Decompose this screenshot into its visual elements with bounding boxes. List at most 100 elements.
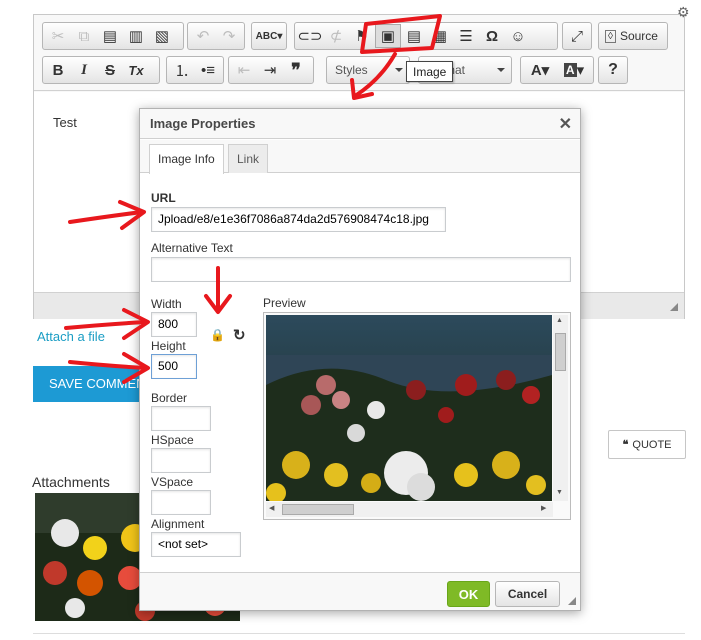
divider (33, 633, 685, 634)
border-field[interactable] (151, 406, 211, 431)
anchor-icon[interactable]: ⚑ (349, 24, 375, 48)
quote-button[interactable]: ❝ QUOTE (608, 430, 686, 459)
maximize-icon[interactable]: ⤢ (565, 24, 589, 48)
spellcheck-group: ABC▾ (251, 22, 287, 50)
preview-pane: ▲ ▼ ◀ ▶ (263, 312, 571, 520)
editor-text: Test (53, 115, 77, 130)
scroll-right-icon[interactable]: ▶ (541, 504, 546, 512)
height-field[interactable]: 500 (151, 354, 197, 379)
chevron-down-icon (497, 68, 505, 72)
url-field[interactable]: Jpload/e8/e1e36f7086a874da2d576908474c18… (151, 207, 446, 232)
table-icon[interactable]: ▦ (427, 24, 453, 48)
paste-text-icon[interactable]: ▥ (123, 24, 149, 48)
preview-vertical-scrollbar[interactable]: ▲ ▼ (553, 315, 568, 501)
image-properties-dialog: Image Properties ✕ Image Info Link URL J… (139, 108, 581, 611)
spellcheck-icon[interactable]: ABC▾ (254, 24, 284, 48)
url-label: URL (151, 191, 176, 205)
image-icon[interactable]: ▣ (375, 24, 401, 48)
hspace-label: HSpace (151, 433, 194, 447)
insert-group: ⊂⊃ ⊄ ⚑ ▣ ▤ ▦ ☰ Ω ☺ (294, 22, 558, 50)
dialog-tabs: Image Info Link (140, 140, 580, 174)
dialog-title: Image Properties (150, 116, 256, 131)
basic-style-group: B I S Tx (42, 56, 160, 84)
horizontal-rule-icon[interactable]: ☰ (453, 24, 479, 48)
preview-label: Preview (263, 296, 306, 310)
dialog-footer: OK Cancel (140, 572, 580, 610)
quote-label: QUOTE (632, 438, 672, 451)
undo-icon[interactable]: ↶ (190, 24, 216, 48)
scroll-up-icon[interactable]: ▲ (556, 317, 563, 324)
attachments-heading: Attachments (32, 474, 110, 490)
tab-image-info[interactable]: Image Info (149, 144, 224, 174)
resize-handle-icon[interactable] (670, 303, 678, 311)
scroll-down-icon[interactable]: ▼ (556, 489, 563, 496)
dialog-resize-handle-icon[interactable] (568, 597, 576, 605)
italic-button[interactable]: I (71, 58, 97, 82)
alt-text-label: Alternative Text (151, 241, 233, 255)
special-char-icon[interactable]: Ω (479, 24, 505, 48)
cancel-button[interactable]: Cancel (495, 581, 560, 607)
alignment-select[interactable]: <not set> (151, 532, 241, 557)
redo-icon[interactable]: ↷ (216, 24, 242, 48)
image-tooltip: Image (406, 61, 454, 82)
flash-icon[interactable]: ▤ (401, 24, 427, 48)
tab-link[interactable]: Link (228, 144, 269, 173)
numbered-list-icon[interactable]: ⒈ (169, 58, 195, 82)
maximize-group: ⤢ (562, 22, 592, 50)
annotation-arrow (64, 320, 148, 330)
smiley-icon[interactable]: ☺ (505, 24, 531, 48)
vspace-label: VSpace (151, 475, 194, 489)
alt-text-field[interactable] (151, 257, 571, 282)
scroll-thumb[interactable] (282, 504, 354, 515)
help-group: ? (598, 56, 628, 84)
lock-icon[interactable]: 🔒 (210, 328, 225, 342)
gear-icon[interactable]: ⚙ (677, 4, 690, 21)
outdent-icon[interactable]: ⇤ (231, 58, 257, 82)
source-button[interactable]: ◊ Source (598, 22, 668, 50)
height-label: Height (151, 339, 186, 353)
preview-image (266, 315, 552, 501)
preview-horizontal-scrollbar[interactable]: ◀ ▶ (266, 502, 553, 517)
dialog-title-bar[interactable]: Image Properties ✕ (140, 109, 580, 139)
scroll-thumb[interactable] (555, 333, 566, 371)
clear-format-button[interactable]: Tx (123, 58, 149, 82)
paste-word-icon[interactable]: ▧ (149, 24, 175, 48)
width-label: Width (151, 297, 182, 311)
alignment-label: Alignment (151, 517, 205, 531)
source-label: Source (619, 29, 658, 43)
bulleted-list-icon[interactable]: •≡ (195, 58, 221, 82)
help-button[interactable]: ? (601, 58, 625, 82)
vspace-field[interactable] (151, 490, 211, 515)
width-field[interactable]: 800 (151, 312, 197, 337)
editor-toolbar: ✂ ⧉ ▤ ▥ ▧ ↶ ↷ ABC▾ ⊂⊃ ⊄ ⚑ ▣ ▤ ▦ ☰ Ω ☺ ⤢ … (34, 15, 684, 91)
scroll-left-icon[interactable]: ◀ (269, 504, 274, 512)
cut-icon[interactable]: ✂ (45, 24, 71, 48)
undo-group: ↶ ↷ (187, 22, 245, 50)
strike-button[interactable]: S (97, 58, 123, 82)
bold-button[interactable]: B (45, 58, 71, 82)
attach-file-link[interactable]: Attach a file (37, 329, 105, 344)
close-icon[interactable]: ✕ (559, 114, 572, 134)
clipboard-group: ✂ ⧉ ▤ ▥ ▧ (42, 22, 184, 50)
list-group: ⒈ •≡ (166, 56, 224, 84)
indent-group: ⇤ ⇥ ❞ (228, 56, 314, 84)
background-color-icon[interactable]: A ▾ (557, 58, 591, 82)
hspace-field[interactable] (151, 448, 211, 473)
blockquote-icon[interactable]: ❞ (283, 58, 309, 82)
copy-icon[interactable]: ⧉ (71, 24, 97, 48)
paste-icon[interactable]: ▤ (97, 24, 123, 48)
quote-icon: ❝ (622, 439, 629, 451)
unlink-icon[interactable]: ⊄ (323, 24, 349, 48)
styles-label: Styles (335, 63, 368, 77)
border-label: Border (151, 391, 188, 405)
link-icon[interactable]: ⊂⊃ (297, 24, 323, 48)
color-group: A▾ A ▾ (520, 56, 594, 84)
save-comment-button[interactable]: SAVE COMMENT (33, 366, 141, 402)
indent-icon[interactable]: ⇥ (257, 58, 283, 82)
chevron-down-icon (395, 68, 403, 72)
text-color-icon[interactable]: A▾ (523, 58, 557, 82)
styles-dropdown[interactable]: Styles (326, 56, 410, 84)
reset-size-icon[interactable]: ↻ (233, 326, 246, 344)
ok-button[interactable]: OK (447, 581, 490, 607)
source-icon: ◊ (605, 29, 616, 43)
